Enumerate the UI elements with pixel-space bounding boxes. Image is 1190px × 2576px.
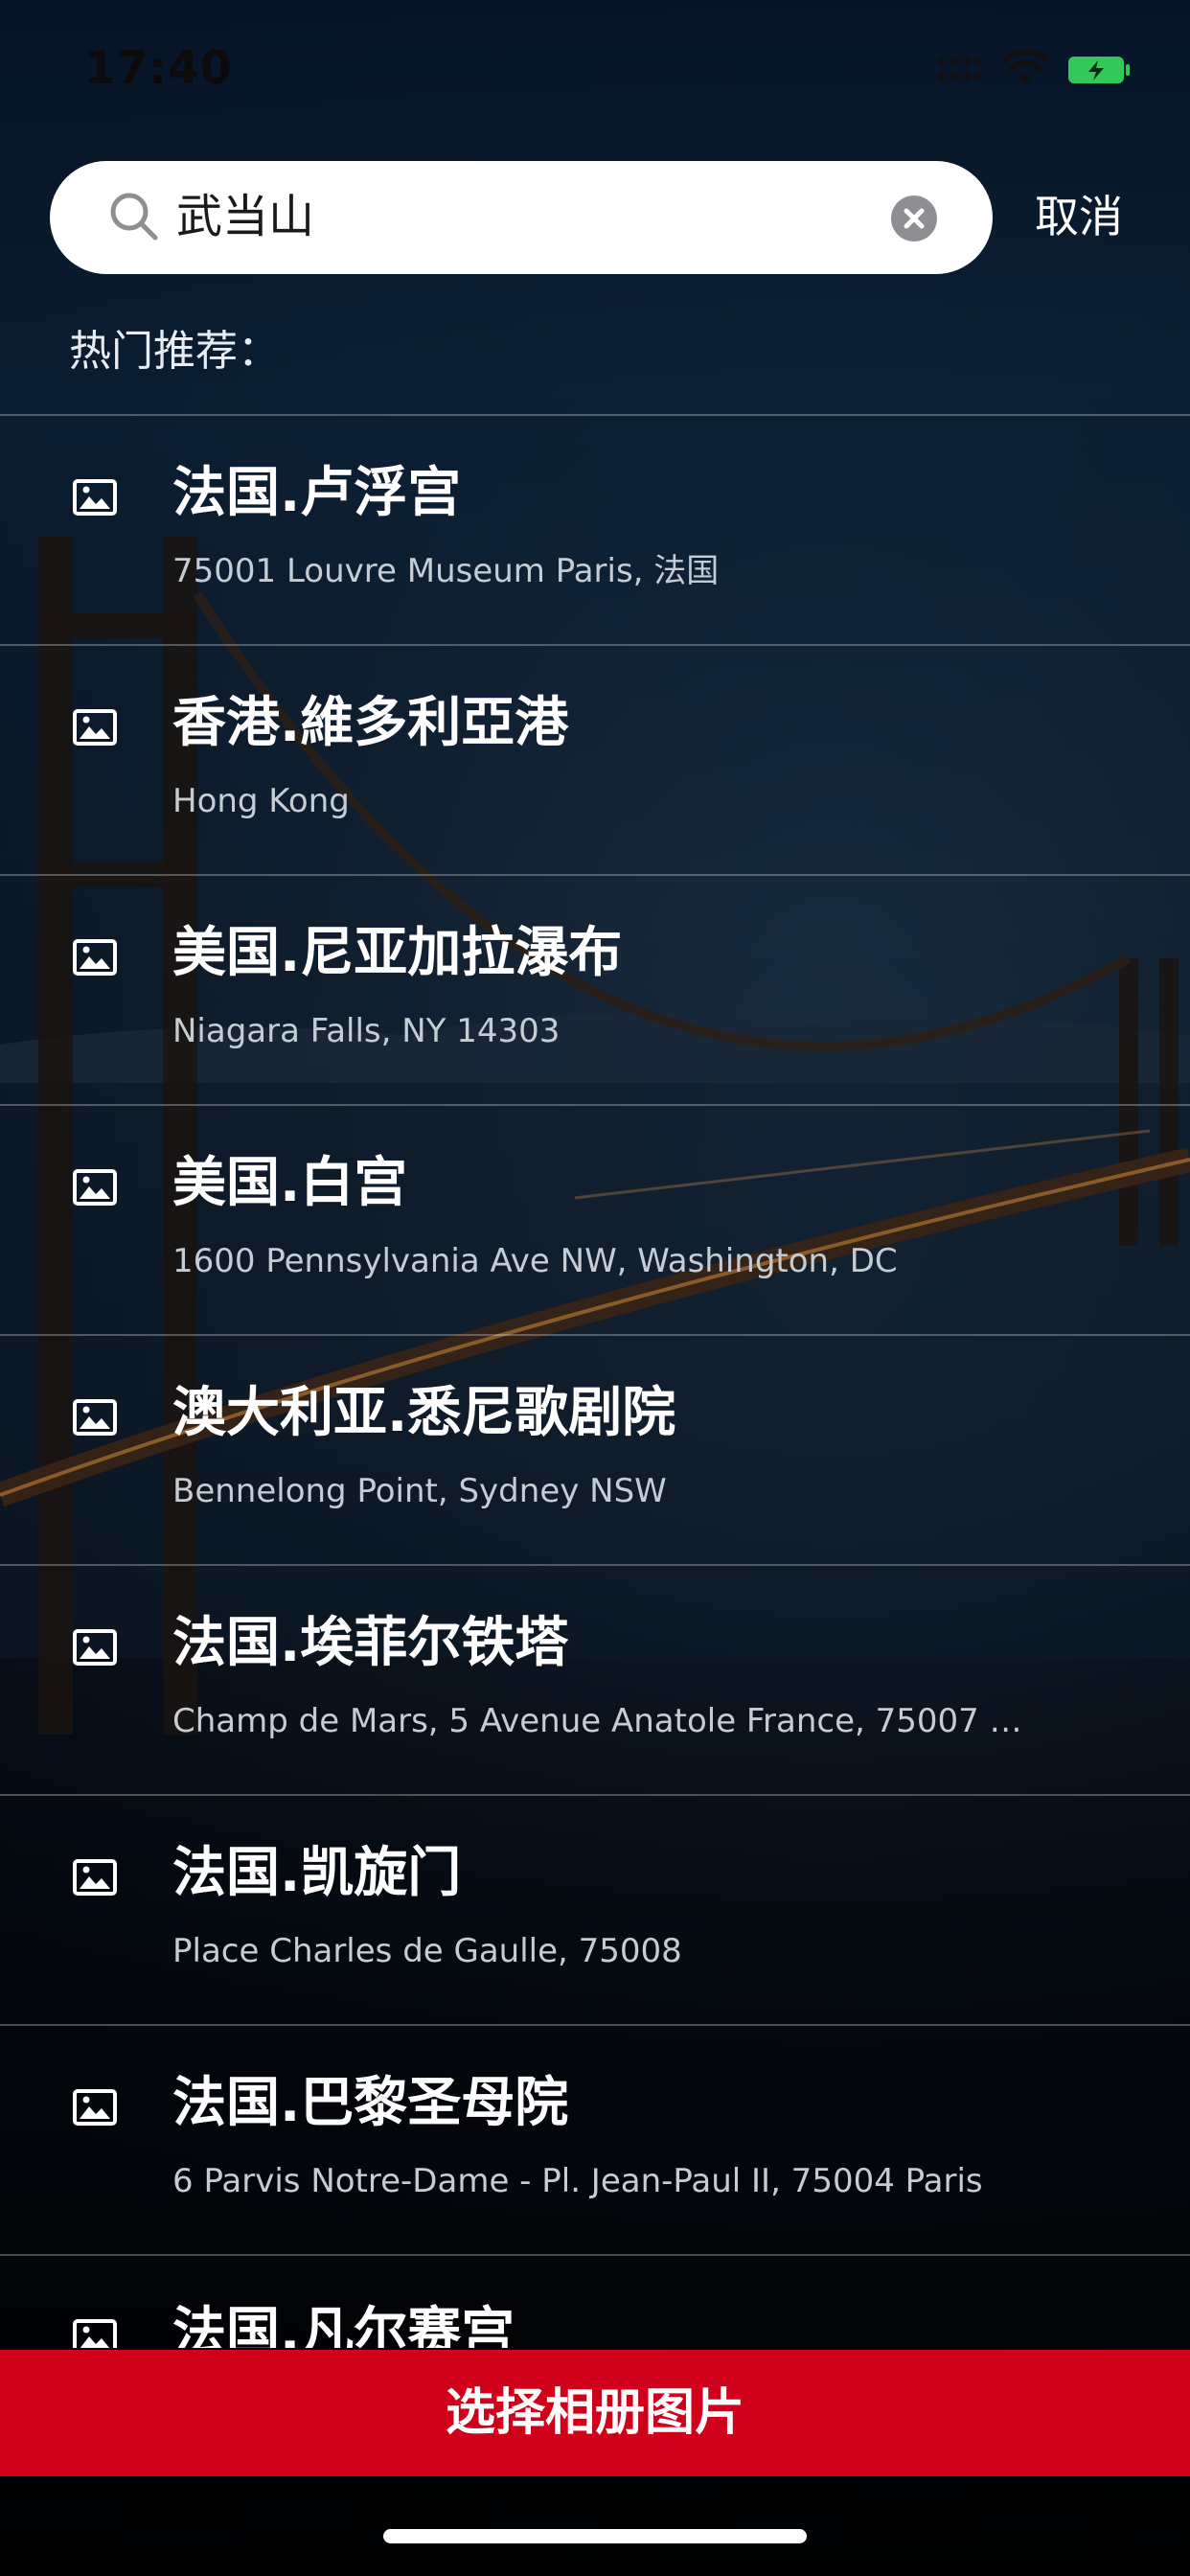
image-icon — [73, 1169, 117, 1206]
cellular-signal-icon — [938, 58, 983, 80]
place-address: Champ de Mars, 5 Avenue Anatole France, … — [172, 1702, 1035, 1740]
place-list-item[interactable]: 法国.巴黎圣母院 6 Parvis Notre-Dame - Pl. Jean-P… — [0, 2024, 1190, 2254]
choose-album-photo-button[interactable]: 选择相册图片 — [0, 2350, 1190, 2476]
place-title: 法国.卢浮宫 — [172, 462, 462, 524]
place-title: 澳大利亚.悉尼歌剧院 — [172, 1382, 676, 1444]
place-list: 法国.卢浮宫 75001 Louvre Museum Paris, 法国香港.維多… — [0, 414, 1190, 2348]
search-input[interactable]: 武当山 — [176, 188, 314, 245]
place-title: 香港.維多利亞港 — [172, 692, 569, 754]
status-bar: 17:40 — [0, 0, 1190, 134]
section-label: 热门推荐： — [69, 327, 280, 376]
place-address: 75001 Louvre Museum Paris, 法国 — [172, 552, 720, 590]
place-title: 法国.埃菲尔铁塔 — [172, 1612, 569, 1674]
image-icon — [73, 1629, 117, 1666]
place-address: Hong Kong — [172, 782, 350, 820]
status-time: 17:40 — [84, 42, 233, 95]
place-list-item[interactable]: 美国.尼亚加拉瀑布 Niagara Falls, NY 14303 — [0, 874, 1190, 1104]
search-icon — [110, 193, 158, 241]
choose-album-photo-label: 选择相册图片 — [445, 2384, 744, 2442]
place-list-item[interactable]: 香港.維多利亞港 Hong Kong — [0, 644, 1190, 874]
place-list-item[interactable]: 法国.凡尔赛宫 — [0, 2254, 1190, 2348]
place-title: 法国.巴黎圣母院 — [172, 2072, 569, 2134]
image-icon — [73, 2089, 117, 2126]
place-list-item[interactable]: 美国.白宫 1600 Pennsylvania Ave NW, Washingto… — [0, 1104, 1190, 1334]
home-indicator — [383, 2529, 807, 2543]
place-address: Niagara Falls, NY 14303 — [172, 1012, 561, 1050]
place-list-item[interactable]: 法国.埃菲尔铁塔 Champ de Mars, 5 Avenue Anatole … — [0, 1564, 1190, 1794]
place-address: Bennelong Point, Sydney NSW — [172, 1472, 667, 1510]
clear-search-button[interactable] — [891, 196, 937, 242]
image-icon — [73, 479, 117, 516]
place-title: 美国.尼亚加拉瀑布 — [172, 922, 623, 984]
search-field[interactable]: 武当山 — [50, 161, 993, 274]
place-title: 法国.凯旋门 — [172, 1842, 462, 1904]
place-list-item[interactable]: 法国.凯旋门 Place Charles de Gaulle, 75008 — [0, 1794, 1190, 2024]
place-list-item[interactable]: 法国.卢浮宫 75001 Louvre Museum Paris, 法国 — [0, 414, 1190, 644]
place-title: 美国.白宫 — [172, 1152, 408, 1214]
image-icon — [73, 1399, 117, 1436]
image-icon — [73, 939, 117, 976]
place-address: 1600 Pennsylvania Ave NW, Washington, DC — [172, 1242, 898, 1280]
place-title: 法国.凡尔赛宫 — [172, 2302, 515, 2348]
place-address: Place Charles de Gaulle, 75008 — [172, 1932, 682, 1970]
image-icon — [73, 709, 117, 746]
wifi-icon — [1002, 50, 1048, 84]
cancel-button[interactable]: 取消 — [1035, 188, 1123, 245]
battery-icon — [1068, 57, 1130, 83]
place-address: 6 Parvis Notre-Dame - Pl. Jean-Paul II, … — [172, 2162, 983, 2200]
image-icon — [73, 1859, 117, 1896]
place-list-item[interactable]: 澳大利亚.悉尼歌剧院 Bennelong Point, Sydney NSW — [0, 1334, 1190, 1564]
image-icon — [73, 2319, 117, 2348]
close-icon — [904, 208, 925, 229]
